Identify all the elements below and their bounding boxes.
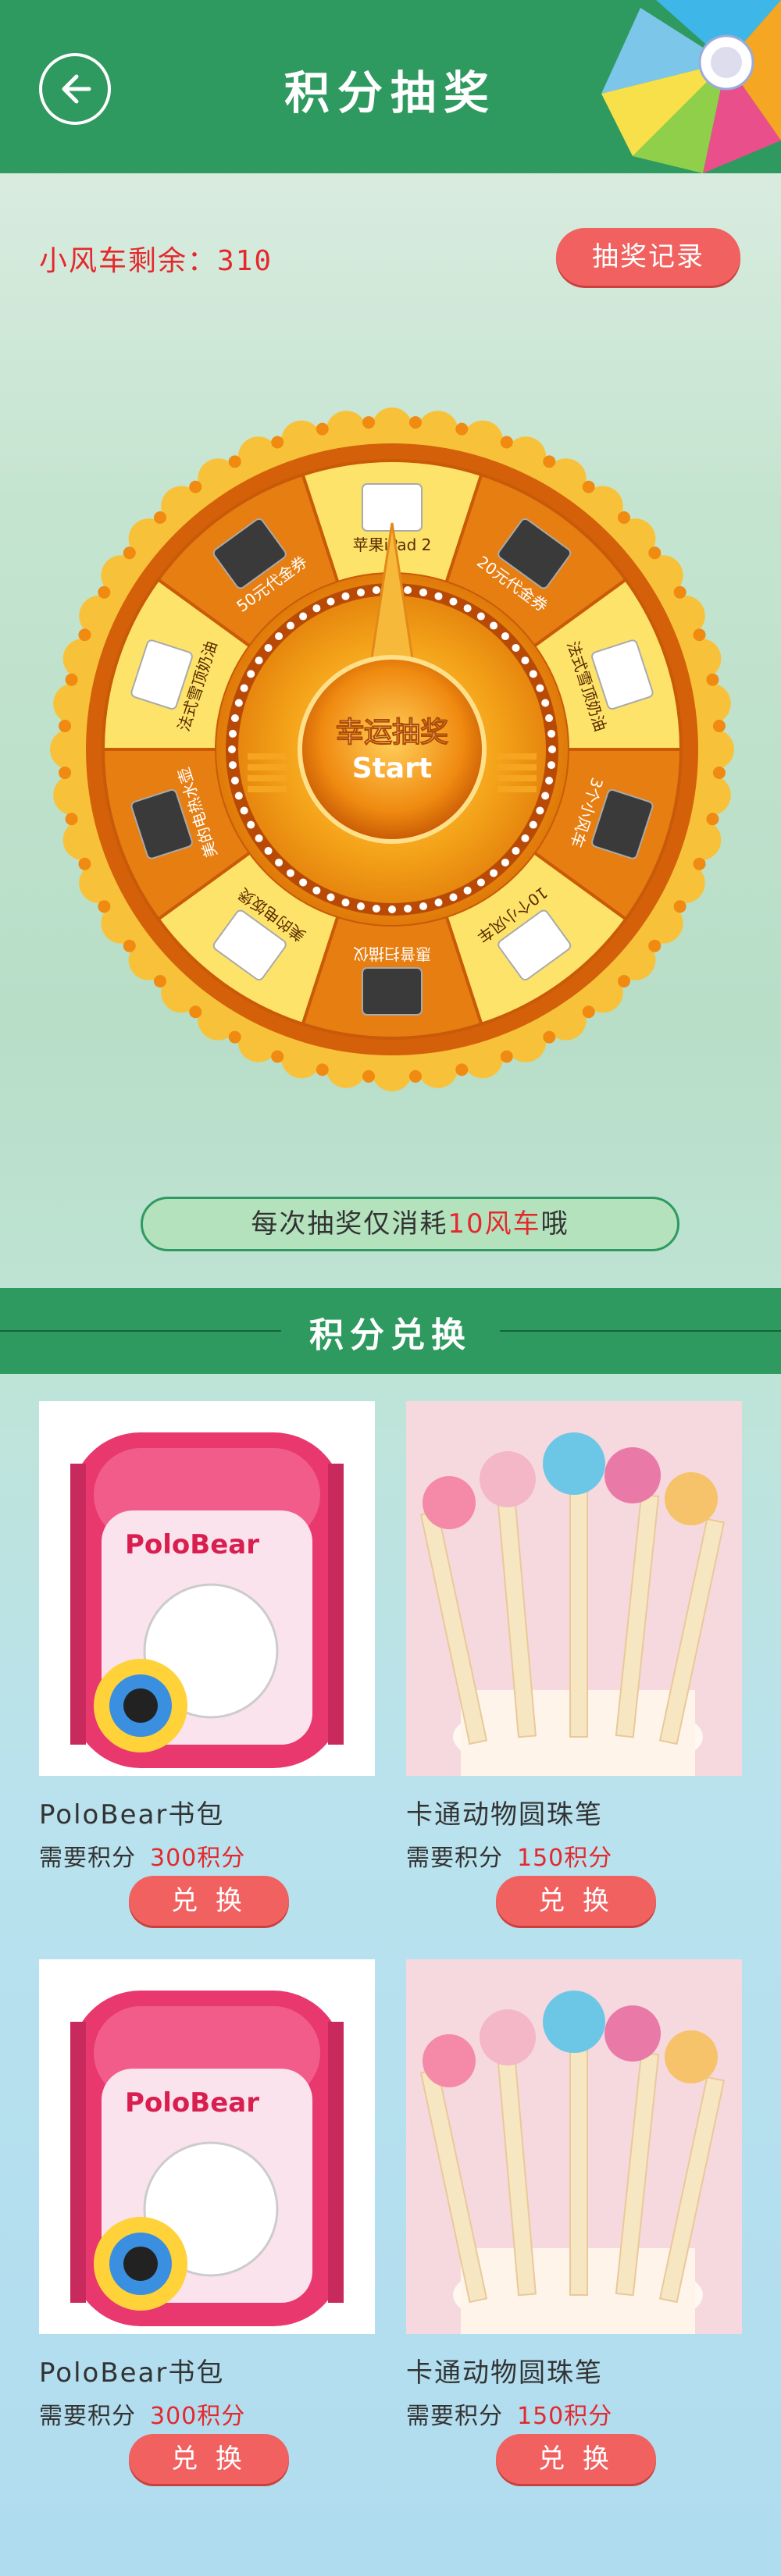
points-value: 300积分 (150, 2403, 246, 2430)
remaining-windmills: 小风车剩余：310 (39, 245, 273, 277)
product-name: PoloBear书包 (39, 1799, 225, 1831)
exchange-button[interactable]: 兑 换 (129, 1876, 289, 1926)
backpack-image[interactable]: PoloBear (39, 1401, 375, 1776)
prize-label: 惠普扫描仪 (353, 945, 431, 963)
product-points: 需要积分 300积分 (39, 2396, 245, 2431)
product-card: 卡通动物圆珠笔 需要积分 150积分 兑 换 (406, 1959, 750, 2484)
pen-image[interactable] (406, 1401, 742, 1776)
pen-illustration (406, 1401, 742, 1776)
start-title: 幸运抽奖 (336, 717, 448, 749)
svg-text:PoloBear: PoloBear (125, 2087, 259, 2119)
pen-image[interactable] (406, 1959, 742, 2334)
lucky-wheel[interactable]: 苹果iPad 220元代金券法式雪顶奶油3个小风车10个小风车惠普扫描仪美的电饭… (48, 406, 736, 1093)
pinwheel-decoration-icon (601, 0, 781, 173)
exchange-title: 积分兑换 (309, 1315, 472, 1355)
start-label: Start (352, 753, 432, 785)
points-value: 150积分 (517, 1845, 613, 1872)
header-bar: 积分抽奖 (0, 0, 781, 173)
prize-item: 惠普扫描仪 (353, 945, 431, 1016)
points-value: 300积分 (150, 1845, 246, 1872)
draw-cost-tip: 每次抽奖仅消耗10风车哦 (141, 1197, 679, 1251)
tip-suffix: 哦 (540, 1208, 569, 1240)
page: 积分抽奖 小风车剩余：310 抽奖记录 苹果iPad 2 20元代金券 法式雪顶… (0, 0, 781, 2576)
points-label: 需要积分 (39, 1845, 136, 1872)
points-label: 需要积分 (406, 2403, 503, 2430)
exchange-button[interactable]: 兑 换 (496, 2434, 656, 2484)
product-name: 卡通动物圆珠笔 (406, 1799, 603, 1831)
draw-record-button[interactable]: 抽奖记录 (556, 228, 740, 286)
product-card: 卡通动物圆珠笔 需要积分 150积分 兑 换 (406, 1401, 750, 1926)
backpack-illustration: PoloBear (70, 1991, 344, 2326)
exchange-button[interactable]: 兑 换 (129, 2434, 289, 2484)
start-button[interactable] (298, 655, 487, 844)
points-value: 150积分 (517, 2403, 613, 2430)
exchange-section-header: 积分兑换 (0, 1288, 781, 1374)
product-name: 卡通动物圆珠笔 (406, 2357, 603, 2389)
product-points: 需要积分 300积分 (39, 1838, 245, 1873)
tip-prefix: 每次抽奖仅消耗 (251, 1208, 448, 1240)
tip-highlight: 10风车 (448, 1208, 541, 1240)
points-label: 需要积分 (406, 1845, 503, 1872)
points-label: 需要积分 (39, 2403, 136, 2430)
svg-text:PoloBear: PoloBear (125, 1529, 259, 1560)
product-name: PoloBear书包 (39, 2357, 225, 2389)
exchange-button[interactable]: 兑 换 (496, 1876, 656, 1926)
product-card: PoloBear PoloBear书包 需要积分 300积分 兑 换 (39, 1959, 383, 2484)
product-points: 需要积分 150积分 (406, 1838, 612, 1873)
backpack-illustration: PoloBear (70, 1432, 344, 1768)
backpack-image[interactable]: PoloBear (39, 1959, 375, 2334)
pen-illustration (406, 1959, 742, 2334)
product-card: PoloBear PoloBear书包 需要积分 300积分 兑 换 (39, 1401, 383, 1926)
product-points: 需要积分 150积分 (406, 2396, 612, 2431)
